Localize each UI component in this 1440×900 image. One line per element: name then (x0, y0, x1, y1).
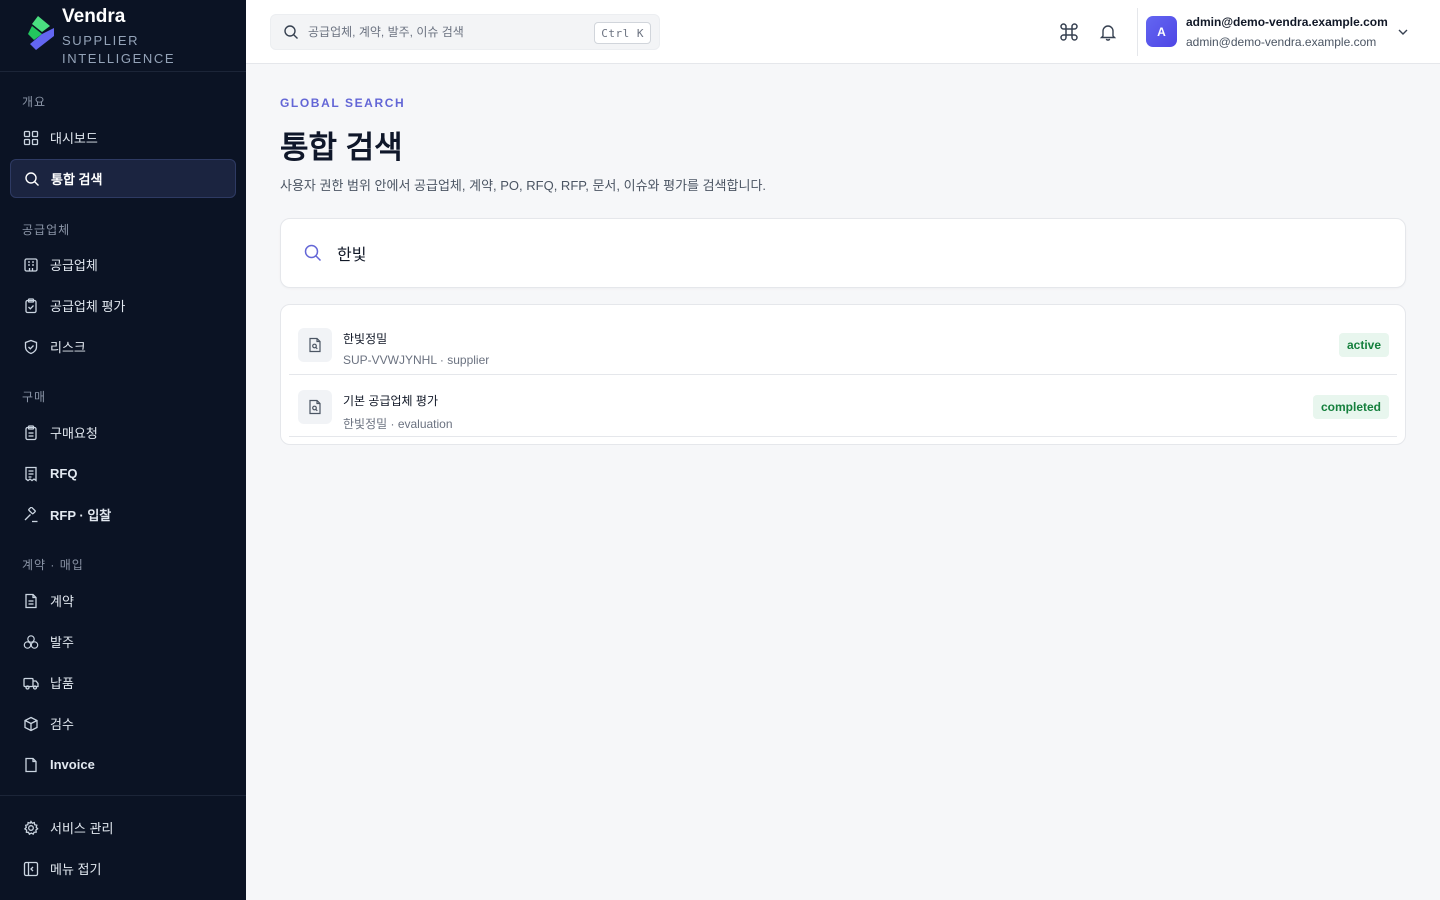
sidebar-item-invoice[interactable]: Invoice (10, 745, 236, 784)
sidebar-item-label: 검수 (50, 717, 74, 732)
sidebar-collapse-button[interactable]: 메뉴 접기 (10, 849, 236, 888)
clipboard-check-icon (23, 297, 39, 314)
result-subtitle: 한빛정밀 · evaluation (343, 417, 453, 431)
sidebar-item-rfp-bid[interactable]: RFP · 입찰 (10, 495, 236, 534)
sidebar-divider (0, 795, 246, 796)
section-label-overview: 개요 (22, 95, 47, 109)
search-icon (303, 243, 323, 263)
collapse-sidebar-icon (23, 861, 39, 877)
sidebar-item-label: 구매요청 (50, 426, 98, 441)
sidebar-item-label: RFQ (50, 466, 78, 481)
page-title: 통합 검색 (280, 130, 403, 165)
page-description: 사용자 권한 범위 안에서 공급업체, 계약, PO, RFQ, RFP, 문서… (280, 178, 767, 193)
command-icon (1060, 23, 1078, 41)
search-query-input[interactable] (337, 244, 1237, 262)
user-email: admin@demo-vendra.example.com (1186, 35, 1377, 49)
section-label-contracts-purchasing: 계약 · 매입 (22, 558, 84, 572)
sidebar-item-label: 서비스 관리 (50, 821, 114, 836)
sidebar-item-suppliers[interactable]: 공급업체 (10, 245, 236, 284)
dashboard-icon (23, 130, 39, 146)
sidebar-item-supplier-evaluation[interactable]: 공급업체 평가 (10, 286, 236, 325)
sidebar: Vendra SUPPLIER INTELLIGENCE 개요 대시보드 통합 … (0, 0, 246, 900)
sidebar-item-label: 납품 (50, 676, 74, 691)
sidebar-item-contracts[interactable]: 계약 (10, 581, 236, 620)
sidebar-item-inspection[interactable]: 검수 (10, 704, 236, 743)
brand-name: Vendra (62, 6, 126, 27)
page-eyebrow: GLOBAL SEARCH (280, 96, 406, 110)
boxes-icon (23, 634, 39, 650)
sidebar-item-label: 발주 (50, 635, 74, 650)
sidebar-item-rfq[interactable]: RFQ (10, 454, 236, 493)
result-row[interactable]: 기본 공급업체 평가 한빛정밀 · evaluation completed (289, 375, 1397, 437)
sidebar-item-purchase-request[interactable]: 구매요청 (10, 413, 236, 452)
search-shortcut-hint: Ctrl K (594, 22, 651, 44)
sidebar-item-delivery[interactable]: 납품 (10, 663, 236, 702)
building-icon (23, 257, 39, 273)
status-badge: active (1338, 333, 1389, 357)
brand-subtitle: SUPPLIER INTELLIGENCE (62, 33, 176, 66)
result-title: 기본 공급업체 평가 (343, 394, 438, 408)
search-query-card[interactable] (280, 218, 1406, 288)
user-name: admin@demo-vendra.example.com (1186, 15, 1388, 29)
avatar[interactable]: A (1146, 16, 1177, 47)
sidebar-item-label: 대시보드 (50, 131, 98, 146)
result-title: 한빛정밀 (343, 332, 388, 346)
sidebar-item-label: 계약 (50, 594, 74, 609)
result-row[interactable]: 한빛정밀 SUP-VVWJYNHL · supplier active (289, 313, 1397, 375)
status-badge: completed (1312, 395, 1389, 419)
shield-check-icon (23, 339, 39, 355)
sidebar-item-service-admin[interactable]: 서비스 관리 (10, 808, 236, 847)
topbar-divider (1137, 8, 1138, 56)
document-icon (23, 593, 39, 609)
sidebar-item-label: RFP · 입찰 (50, 508, 112, 523)
sidebar-item-label: 메뉴 접기 (50, 862, 102, 877)
document-search-icon (298, 390, 332, 424)
chevron-down-icon[interactable] (1396, 25, 1410, 39)
search-icon (24, 171, 40, 187)
receipt-icon (23, 466, 39, 482)
sidebar-item-dashboard[interactable]: 대시보드 (10, 118, 236, 157)
section-label-purchasing: 구매 (22, 390, 47, 404)
sidebar-item-label: 공급업체 평가 (50, 299, 126, 314)
search-icon (283, 24, 299, 40)
gavel-icon (23, 506, 39, 523)
sidebar-item-label: 통합 검색 (51, 172, 103, 187)
package-icon (23, 716, 39, 732)
command-palette-button[interactable] (1058, 21, 1080, 43)
document-search-icon (298, 328, 332, 362)
truck-icon (23, 675, 39, 691)
user-menu[interactable]: admin@demo-vendra.example.com admin@demo… (1186, 14, 1388, 50)
section-label-suppliers: 공급업체 (22, 223, 71, 237)
sidebar-item-risk[interactable]: 리스크 (10, 327, 236, 366)
search-results: 한빛정밀 SUP-VVWJYNHL · supplier active 기본 공… (280, 304, 1406, 445)
clipboard-icon (23, 424, 39, 441)
sidebar-item-label: 공급업체 (50, 258, 98, 273)
sidebar-item-label: Invoice (50, 757, 95, 772)
result-subtitle: SUP-VVWJYNHL · supplier (343, 353, 490, 367)
sidebar-item-purchase-orders[interactable]: 발주 (10, 622, 236, 661)
notifications-button[interactable] (1097, 21, 1119, 43)
vendra-logo-icon (28, 16, 54, 50)
invoice-icon (23, 757, 39, 773)
brand[interactable]: Vendra SUPPLIER INTELLIGENCE (0, 0, 246, 72)
bell-icon (1099, 25, 1117, 41)
sidebar-item-global-search[interactable]: 통합 검색 (10, 159, 236, 198)
global-search-box[interactable]: Ctrl K (270, 14, 660, 50)
sidebar-item-label: 리스크 (50, 340, 86, 355)
topbar: Ctrl K A admin@demo-vendra.example.com a… (246, 0, 1440, 64)
gear-icon (23, 819, 39, 836)
global-search-input[interactable] (308, 25, 588, 39)
